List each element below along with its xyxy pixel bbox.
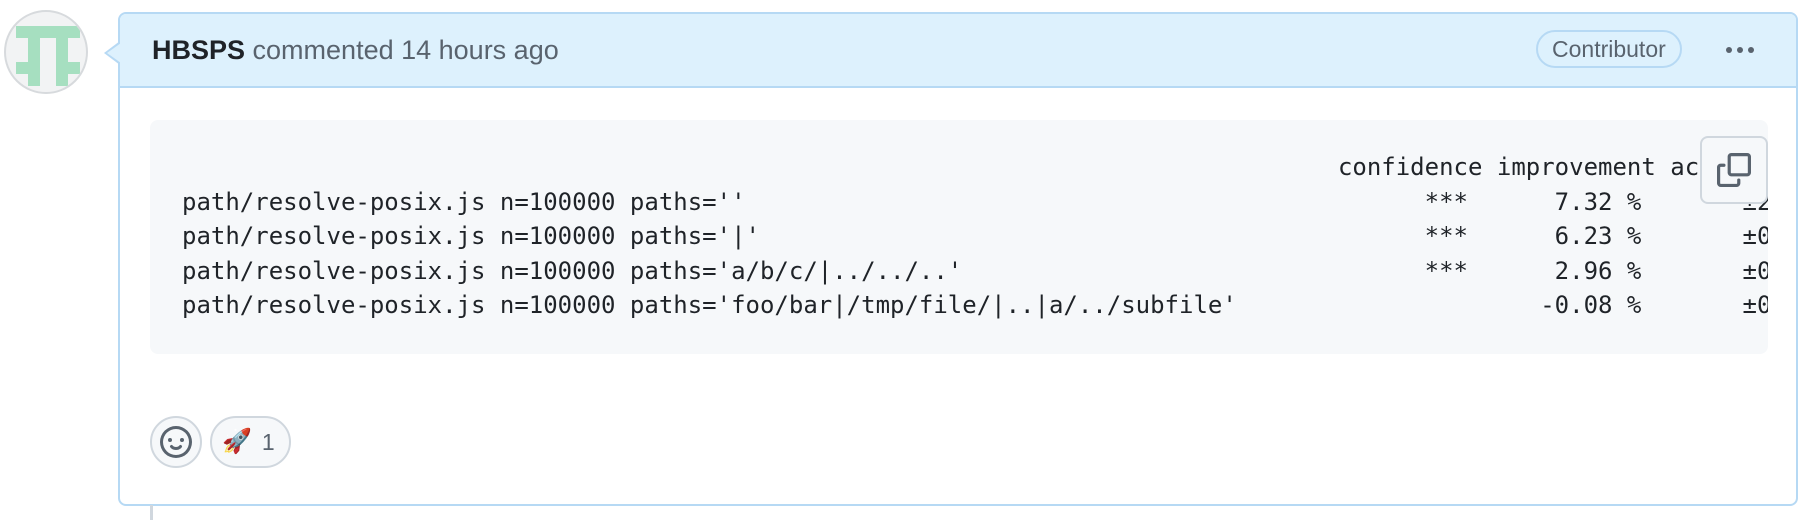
code-block: confidence improvement accuracy (*) (**)… (150, 120, 1768, 354)
author-avatar[interactable] (4, 10, 88, 94)
code-line: path/resolve-posix.js n=100000 paths='|'… (182, 222, 1768, 250)
comment-options-button[interactable] (1716, 34, 1764, 66)
timeline-connector (150, 505, 153, 520)
add-reaction-button[interactable] (150, 416, 202, 468)
comment-timestamp[interactable]: 14 hours ago (401, 35, 559, 65)
smiley-icon (160, 426, 192, 458)
author-link[interactable]: HBSPS (152, 35, 245, 65)
comment-box: HBSPS commented 14 hours ago Contributor… (104, 12, 1798, 506)
role-badge: Contributor (1536, 30, 1682, 68)
code-line: path/resolve-posix.js n=100000 paths='fo… (182, 291, 1768, 319)
kebab-dot (1726, 47, 1732, 53)
comment-header-text: HBSPS commented 14 hours ago (152, 34, 559, 66)
identicon-graphic (16, 26, 80, 86)
rocket-icon: 🚀 (222, 428, 252, 455)
reaction-rocket-button[interactable]: 🚀 1 (210, 416, 291, 468)
issue-comment-timeline-item: HBSPS commented 14 hours ago Contributor… (0, 0, 1810, 520)
code-line: path/resolve-posix.js n=100000 paths='' … (182, 187, 1768, 216)
copy-icon (1717, 153, 1751, 187)
code-line: confidence improvement accuracy (*) (**)… (1337, 153, 1768, 181)
comment-pointer-fill (107, 43, 121, 63)
comment-header: HBSPS commented 14 hours ago Contributor (120, 14, 1796, 88)
action-text: commented (245, 35, 402, 65)
benchmark-output: confidence improvement accuracy (*) (**)… (182, 150, 1768, 323)
kebab-dot (1737, 47, 1743, 53)
copy-button[interactable] (1700, 136, 1768, 204)
code-line: path/resolve-posix.js n=100000 paths='a/… (182, 256, 1768, 285)
reaction-count: 1 (261, 428, 275, 455)
kebab-dot (1748, 47, 1754, 53)
